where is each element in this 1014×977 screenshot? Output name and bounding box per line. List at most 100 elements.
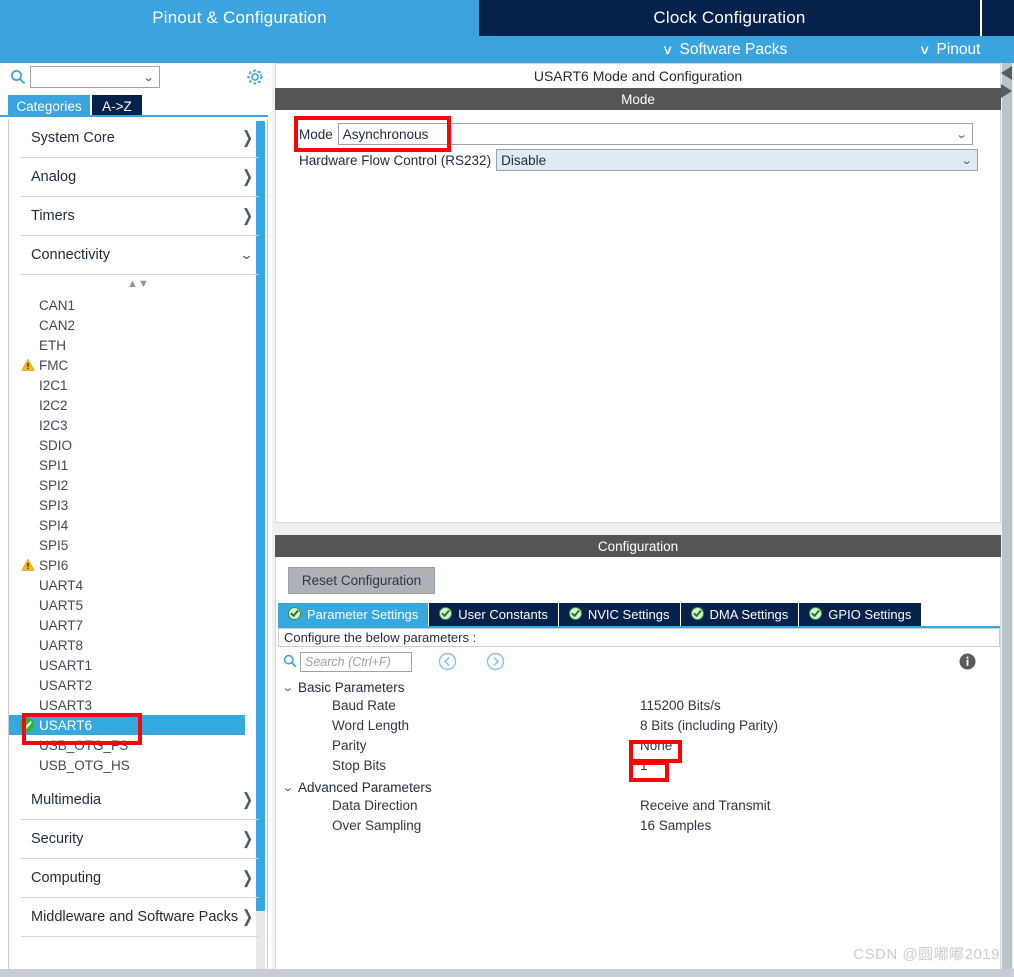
sidebar-item-spi5[interactable]: SPI5 [9,535,267,555]
sidebar-item-label: UART5 [39,597,84,613]
parameter-section-advanced-parameters[interactable]: ⌄ Advanced Parameters [278,777,1000,797]
sidebar-item-spi2[interactable]: SPI2 [9,475,267,495]
sidebar-item-i2c3[interactable]: I2C3 [9,415,267,435]
sidebar-item-middleware-and-software-packs[interactable]: Middleware and Software Packs ❯ [21,898,259,937]
tab-parameter-settings[interactable]: Parameter Settings [278,603,429,626]
tab-categories-label: Categories [16,98,82,114]
tab-a-to-z[interactable]: A->Z [92,95,142,117]
parameter-value: 8 Bits (including Parity) [640,718,779,733]
parameter-row[interactable]: Baud Rate 115200 Bits/s [278,697,1000,717]
reset-configuration-button[interactable]: Reset Configuration [288,567,435,594]
sidebar-item-timers-label: Timers [31,208,75,224]
mode-field-row: Mode Asynchronous ⌄ [299,123,973,145]
sidebar-item-spi6[interactable]: SPI6 [9,555,267,575]
parameter-value: None [640,738,673,753]
sidebar-item-label: SPI6 [39,557,69,573]
info-icon[interactable] [959,653,976,670]
sidebar-item-security[interactable]: Security ❯ [21,820,259,859]
menu-pinout[interactable]: ∨ Pinout [919,36,981,63]
scroll-left-arrow-icon[interactable] [1001,66,1012,80]
configuration-section-header-label: Configuration [597,538,679,554]
sidebar-item-uart7[interactable]: UART7 [9,615,267,635]
flow-control-dropdown[interactable]: Disable ⌄ [496,149,979,171]
sidebar-item-uart4[interactable]: UART4 [9,575,267,595]
sidebar-item-can1[interactable]: CAN1 [9,295,267,315]
sidebar-item-usb_otg_fs[interactable]: USB_OTG_FS [9,735,267,755]
scroll-right-arrow-icon[interactable] [1001,84,1012,98]
sidebar-item-eth[interactable]: ETH [9,335,267,355]
sidebar-item-usart3[interactable]: USART3 [9,695,267,715]
flow-control-label: Hardware Flow Control (RS232) [299,152,492,168]
menu-software-packs[interactable]: ∨ Software Packs [662,36,787,63]
chevron-right-icon: ❯ [242,906,253,927]
parameter-row[interactable]: Parity None [278,737,1000,757]
sidebar-item-analog[interactable]: Analog ❯ [21,158,259,197]
sidebar-search-input[interactable]: ⌄ [30,66,160,88]
parameter-value: 16 Samples [640,818,712,833]
sidebar-item-multimedia-label: Multimedia [31,792,102,808]
sidebar-item-fmc[interactable]: FMC [9,355,267,375]
sidebar-item-usart2[interactable]: USART2 [9,675,267,695]
sidebar-item-i2c2[interactable]: I2C2 [9,395,267,415]
parameter-section-basic-parameters[interactable]: ⌄ Basic Parameters [278,677,1000,697]
peripheral-tree: System Core ❯ Analog ❯ Timers ❯ Connecti… [8,119,268,974]
sidebar-item-spi1[interactable]: SPI1 [9,455,267,475]
sidebar-item-computing[interactable]: Computing ❯ [21,859,259,898]
check-circle-icon [288,606,301,623]
sidebar-item-label: CAN2 [39,317,76,333]
tab-pinout-and-configuration-label: Pinout & Configuration [152,8,327,27]
tab-clock-configuration[interactable]: Clock Configuration [479,0,980,36]
tab-dma-settings[interactable]: DMA Settings [680,603,799,626]
chevron-right-icon: ❯ [242,828,253,849]
sidebar-item-label: SPI5 [39,537,69,553]
gear-icon[interactable] [245,67,265,87]
panel-scrollbar[interactable] [1002,63,1012,977]
previous-match-button[interactable] [438,652,457,671]
sidebar-item-label: USB_OTG_FS [39,737,129,753]
sidebar-item-usart1[interactable]: USART1 [9,655,267,675]
sidebar-item-uart8[interactable]: UART8 [9,635,267,655]
sidebar-item-system-core[interactable]: System Core ❯ [21,119,259,158]
parameter-name: Data Direction [332,798,418,813]
parameter-toolbar: Search (Ctrl+F) [278,649,1000,677]
mode-dropdown-value: Asynchronous [342,126,429,142]
top-tab-bar: Pinout & Configuration Clock Configurati… [0,0,1014,36]
menu-pinout-label: Pinout [936,40,981,58]
mode-dropdown[interactable]: Asynchronous ⌄ [337,123,973,145]
sidebar-item-spi3[interactable]: SPI3 [9,495,267,515]
tab-label: User Constants [458,607,548,622]
sidebar-item-connectivity[interactable]: Connectivity ⌄ [21,236,259,275]
chevron-down-icon: ⌄ [281,681,294,694]
sidebar-item-spi4[interactable]: SPI4 [9,515,267,535]
sidebar-item-multimedia[interactable]: Multimedia ❯ [21,781,259,820]
sidebar-item-timers[interactable]: Timers ❯ [21,197,259,236]
configuration-panel: USART6 Mode and Configuration Mode Mode … [272,63,1014,977]
parameter-name: Parity [332,738,367,753]
chevron-right-icon: ❯ [242,867,253,888]
parameter-row[interactable]: Stop Bits 1 [278,757,1000,777]
sidebar-item-usart6[interactable]: USART6 [9,715,245,735]
sidebar: ⌄ Categories A->Z System Core ❯ Analog ❯… [0,63,271,977]
scroll-up-indicator[interactable]: ▲▼ [9,275,267,293]
parameter-value: 1 [640,758,648,773]
sidebar-item-i2c1[interactable]: I2C1 [9,375,267,395]
mode-section-body: Mode Asynchronous ⌄ Hardware Flow Contro… [275,110,1001,523]
sidebar-item-sdio[interactable]: SDIO [9,435,267,455]
tab-gpio-settings[interactable]: GPIO Settings [799,603,922,626]
sidebar-item-can2[interactable]: CAN2 [9,315,267,335]
sidebar-item-label: USART1 [39,657,93,673]
tab-user-constants[interactable]: User Constants [429,603,558,626]
chevron-right-icon: ❯ [242,127,253,148]
check-circle-icon [568,606,582,623]
parameter-row[interactable]: Word Length 8 Bits (including Parity) [278,717,1000,737]
sidebar-item-usb_otg_hs[interactable]: USB_OTG_HS [9,755,267,775]
tab-nvic-settings[interactable]: NVIC Settings [558,603,680,626]
mode-section-header: Mode [275,88,1001,110]
parameter-search-input[interactable]: Search (Ctrl+F) [300,652,412,672]
parameter-row[interactable]: Over Sampling 16 Samples [278,817,1000,837]
sidebar-item-uart5[interactable]: UART5 [9,595,267,615]
next-match-button[interactable] [486,652,505,671]
parameter-row[interactable]: Data Direction Receive and Transmit [278,797,1000,817]
tab-categories[interactable]: Categories [8,95,90,117]
tab-pinout-and-configuration[interactable]: Pinout & Configuration [0,0,479,36]
